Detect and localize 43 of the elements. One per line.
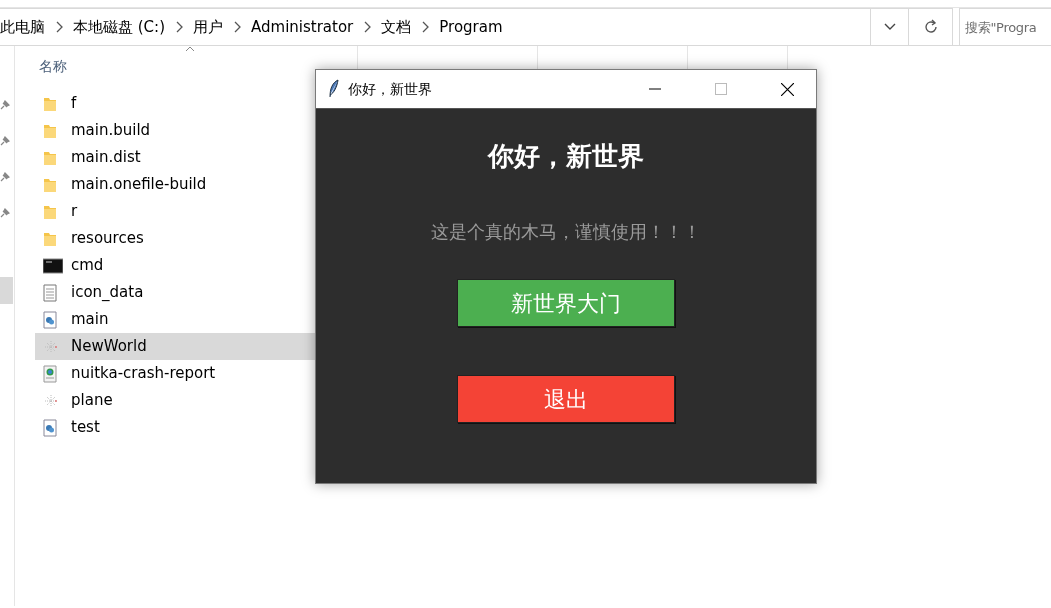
breadcrumb-item[interactable]: 文档 bbox=[381, 15, 412, 39]
close-icon bbox=[780, 82, 794, 96]
file-row[interactable]: r bbox=[35, 198, 335, 225]
file-row[interactable]: main.dist bbox=[35, 144, 335, 171]
chevron-icon[interactable] bbox=[175, 21, 183, 33]
minimize-icon bbox=[649, 88, 661, 90]
file-row[interactable]: nuitka-crash-report bbox=[35, 360, 335, 387]
refresh-icon bbox=[922, 19, 939, 35]
breadcrumb-item[interactable]: Program bbox=[439, 15, 503, 39]
dialog-button[interactable]: 退出 bbox=[457, 375, 675, 423]
console-icon bbox=[43, 257, 63, 274]
refresh-button[interactable] bbox=[909, 8, 953, 46]
file-row[interactable]: f bbox=[35, 90, 335, 117]
dialog-message: 这是个真的木马，谨慎使用！！！ bbox=[430, 220, 702, 244]
file-row[interactable]: main.build bbox=[35, 117, 335, 144]
pin-icon bbox=[0, 172, 10, 182]
file-row[interactable]: plane bbox=[35, 387, 335, 414]
pin-icon bbox=[0, 208, 10, 218]
chevron-icon[interactable] bbox=[363, 21, 372, 33]
chevron-down-icon bbox=[883, 23, 896, 31]
sort-caret-icon bbox=[185, 46, 195, 52]
window-title: 你好，新世界 bbox=[348, 79, 433, 99]
dialog-heading: 你好，新世界 bbox=[486, 140, 645, 173]
feather-icon bbox=[328, 79, 340, 99]
file-row[interactable]: resources bbox=[35, 225, 335, 252]
file-row[interactable]: main.onefile-build bbox=[35, 171, 335, 198]
file-row[interactable]: test bbox=[35, 414, 335, 441]
chevron-icon[interactable] bbox=[55, 21, 63, 33]
pin-icon bbox=[0, 100, 10, 110]
breadcrumb-item[interactable]: 用户 bbox=[193, 15, 223, 39]
address-bar[interactable]: 此电脑 本地磁盘 (C:) 用户 Administrator 文档 Program bbox=[0, 8, 871, 46]
chevron-icon[interactable] bbox=[233, 21, 241, 33]
breadcrumb-item[interactable]: 此电脑 bbox=[0, 15, 45, 39]
pin-icon bbox=[0, 136, 10, 146]
maximize-icon bbox=[715, 83, 727, 95]
breadcrumb-item[interactable]: 本地磁盘 (C:) bbox=[73, 15, 165, 39]
file-row[interactable]: cmd bbox=[35, 252, 335, 279]
file-row[interactable]: main bbox=[35, 306, 335, 333]
file-row[interactable]: icon_data bbox=[35, 279, 335, 306]
breadcrumb-item[interactable]: Administrator bbox=[251, 15, 354, 39]
column-header[interactable]: 名称 bbox=[39, 55, 357, 77]
chevron-icon[interactable] bbox=[421, 21, 430, 33]
search-field[interactable]: 搜索"Progra bbox=[959, 8, 1051, 46]
